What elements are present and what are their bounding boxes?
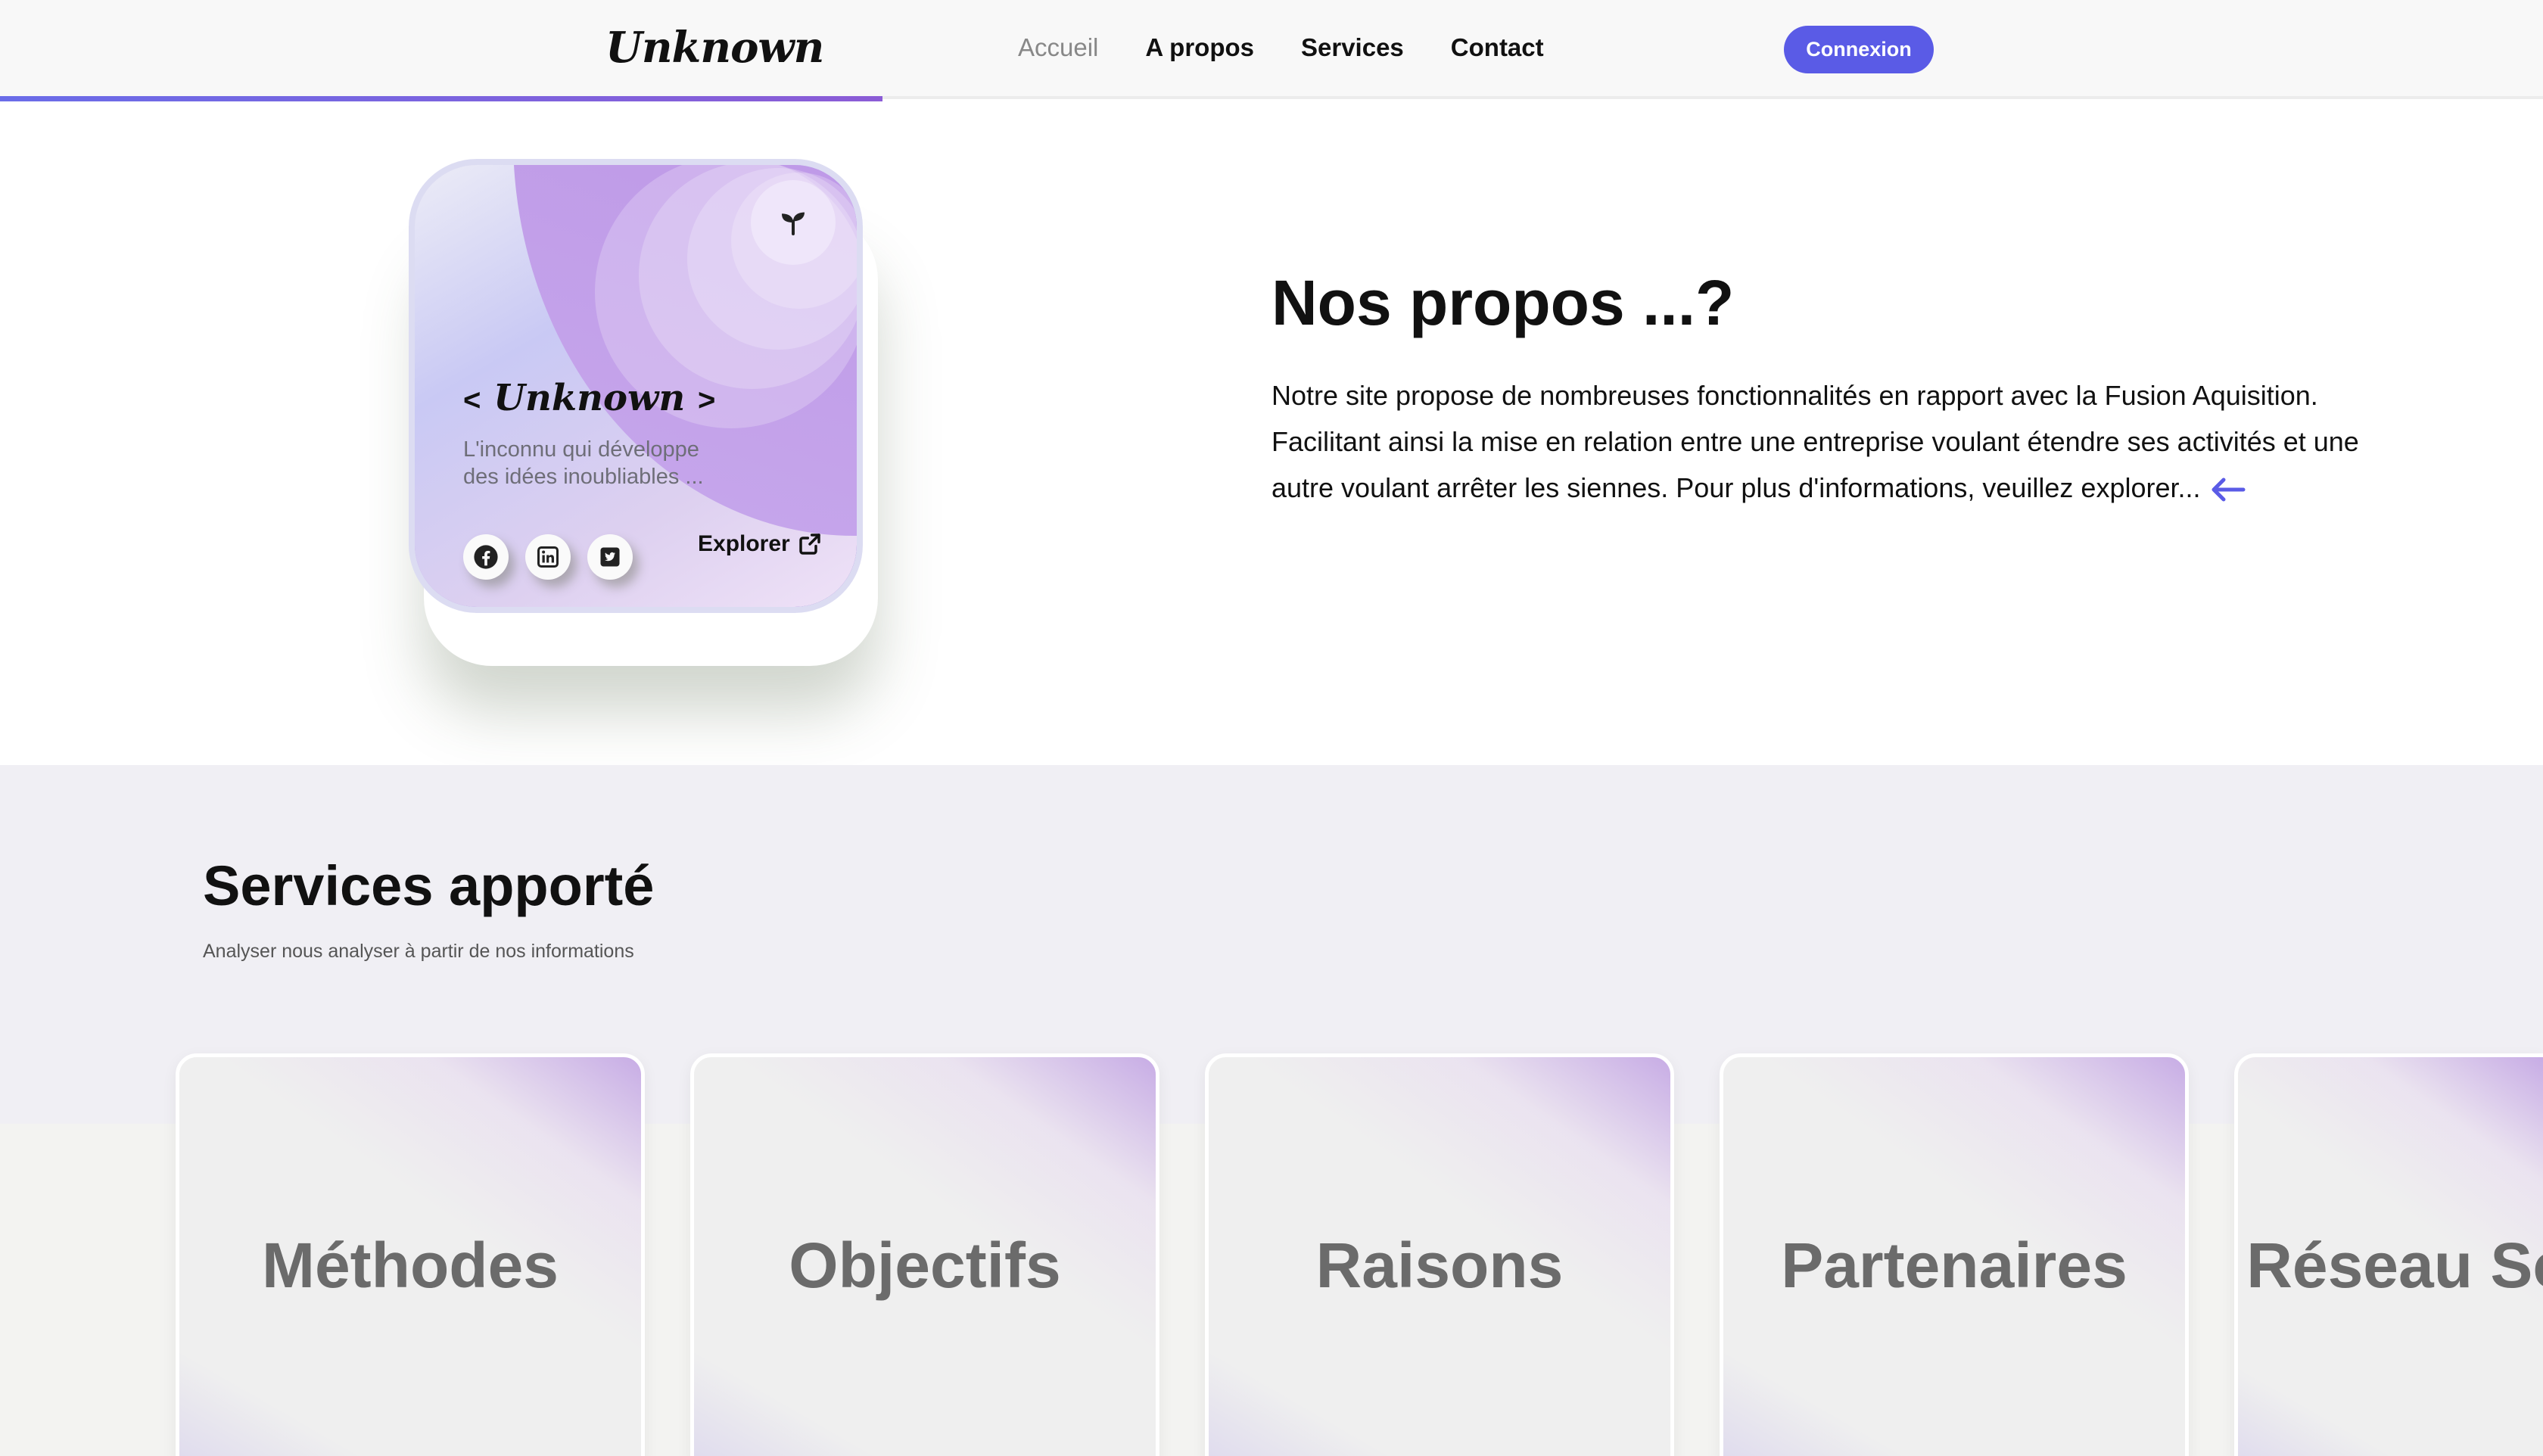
services-title: Services apporté [203, 854, 655, 917]
card-title: < Unknown > [463, 377, 715, 419]
service-card-raisons[interactable]: Raisons [1205, 1053, 1674, 1456]
twitter-icon [600, 547, 620, 567]
service-card-methodes[interactable]: Méthodes [176, 1053, 645, 1456]
nav-link-accueil[interactable]: Accueil [1018, 33, 1098, 62]
leaf-icon [782, 212, 805, 235]
propos-paragraph: Notre site propose de nombreuses fonctio… [1272, 372, 2407, 511]
nav-link-services[interactable]: Services [1301, 33, 1404, 62]
nav-link-a-propos[interactable]: A propos [1145, 33, 1254, 62]
service-card-label: Réseau Sociau [2246, 1230, 2543, 1301]
service-card-label: Partenaires [1781, 1230, 2127, 1301]
service-card-reseau-sociau[interactable]: Réseau Sociau [2234, 1053, 2543, 1456]
nav-link-contact[interactable]: Contact [1451, 33, 1544, 62]
card-title-name: Unknown [493, 377, 686, 419]
card-title-open: < [463, 384, 481, 417]
hero-card: < Unknown > L'inconnu qui développe des … [409, 159, 863, 613]
service-card-label: Raisons [1315, 1230, 1564, 1301]
explore-link[interactable]: Explorer [698, 531, 822, 557]
navbar: Unknown Accueil A propos Services Contac… [0, 0, 2543, 99]
propos-text: Notre site propose de nombreuses fonctio… [1272, 380, 2359, 503]
scroll-progress-bar [0, 96, 882, 101]
leaf-button[interactable] [751, 180, 836, 265]
facebook-button[interactable] [463, 534, 509, 580]
twitter-button[interactable] [587, 534, 633, 580]
explore-label: Explorer [698, 531, 790, 556]
linkedin-button[interactable] [525, 534, 571, 580]
service-card-partenaires[interactable]: Partenaires [1720, 1053, 2189, 1456]
service-card-label: Méthodes [261, 1230, 559, 1301]
propos-title: Nos propos ...? [1272, 267, 1735, 338]
social-links [463, 534, 633, 580]
service-card-label: Objectifs [789, 1230, 1061, 1301]
linkedin-icon [537, 546, 559, 568]
services-subtitle: Analyser nous analyser à partir de nos i… [203, 941, 634, 962]
external-link-icon [798, 534, 820, 555]
login-button[interactable]: Connexion [1784, 26, 1934, 73]
service-card-objectifs[interactable]: Objectifs [690, 1053, 1159, 1456]
arrow-left-icon[interactable] [2210, 477, 2246, 502]
nav-links: Accueil A propos Services Contact [1018, 33, 1544, 62]
card-description: L'inconnu qui développe des idées inoubl… [463, 437, 704, 489]
card-title-close: > [697, 384, 716, 417]
facebook-icon [474, 545, 498, 569]
site-logo[interactable]: Unknown [605, 23, 824, 73]
